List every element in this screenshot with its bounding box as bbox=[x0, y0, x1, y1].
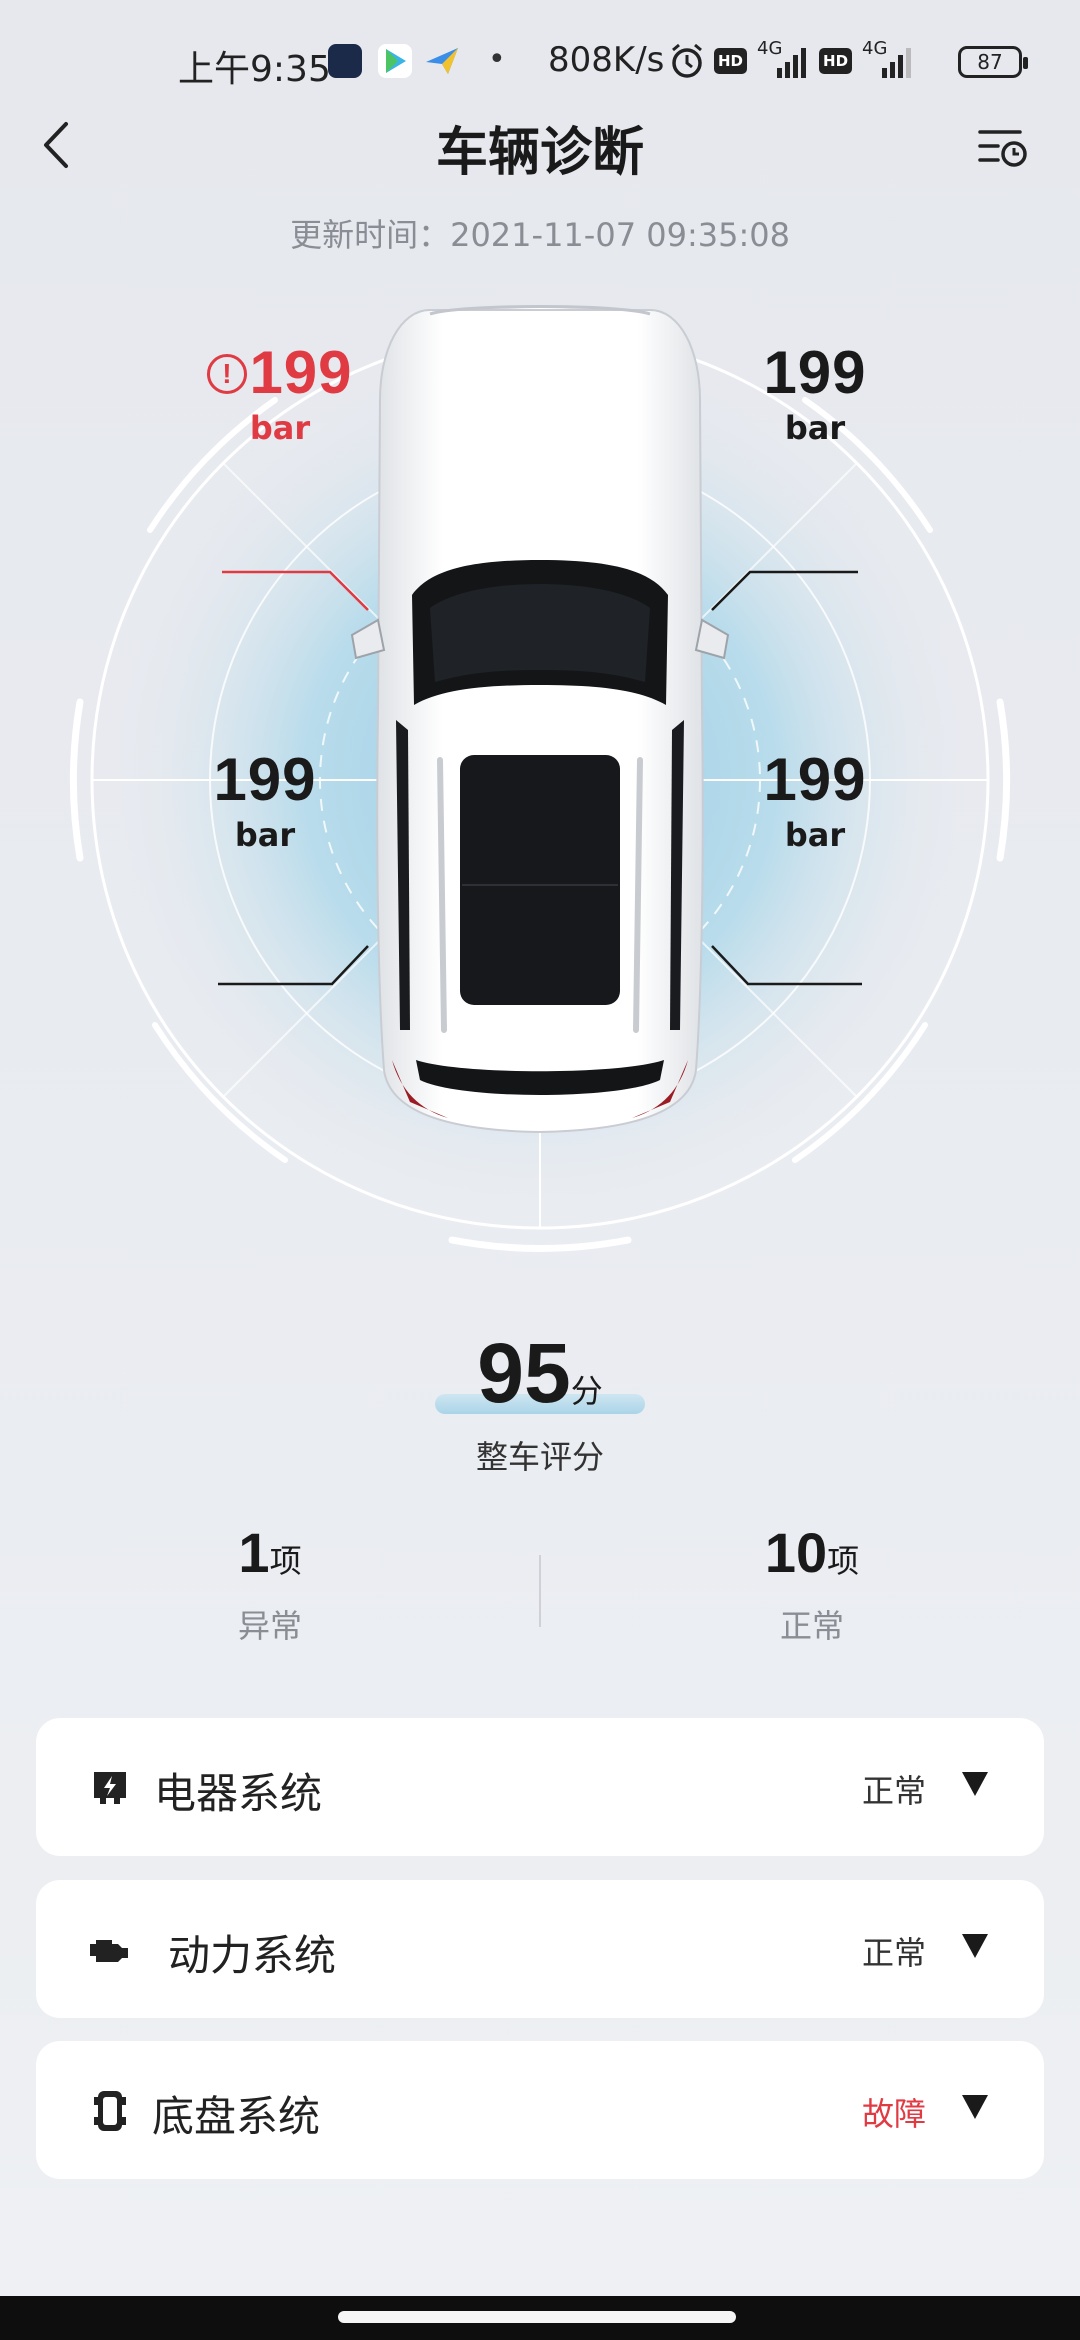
status-bar: 上午9:35 • 808K/s HD 4G HD 4G 87 bbox=[0, 0, 1080, 120]
tire-rear-right: 199 bar bbox=[763, 746, 867, 854]
hd-badge-2: HD bbox=[819, 48, 853, 74]
tire-front-right: 199 bar bbox=[763, 339, 867, 447]
car-top-view bbox=[350, 305, 730, 1134]
signal-icon-2: 4G bbox=[860, 38, 916, 80]
app-notification-icon bbox=[328, 44, 362, 78]
tire-rear-left: 199 bar bbox=[213, 746, 317, 854]
triangle-down-icon bbox=[962, 1772, 988, 1796]
system-card-chassis[interactable]: 底盘系统 故障 bbox=[36, 2041, 1044, 2179]
system-status: 故障 bbox=[861, 2095, 926, 2133]
tire-front-left: ! 199 bar bbox=[170, 338, 390, 447]
history-list-icon bbox=[978, 130, 1027, 167]
update-time: 更新时间：2021-11-07 09:35:08 bbox=[290, 216, 790, 254]
overall-score: 95分 整车评分 bbox=[0, 1325, 1080, 1478]
hd-badge: HD bbox=[714, 48, 748, 74]
normal-count[interactable]: 10项 正常 bbox=[662, 1520, 962, 1647]
home-indicator[interactable] bbox=[338, 2311, 736, 2323]
score-label: 整车评分 bbox=[475, 1438, 604, 1476]
battery-indicator: 87 bbox=[958, 46, 1028, 78]
tire-pressure-dial: ! 199 bar 199 bar 199 bar 199 bar bbox=[0, 290, 1080, 1270]
triangle-down-icon bbox=[962, 2095, 988, 2119]
engine-icon bbox=[90, 1940, 128, 1962]
warning-icon: ! bbox=[207, 354, 248, 394]
notification-dot: • bbox=[488, 42, 506, 77]
system-card-powertrain[interactable]: 动力系统 正常 bbox=[36, 1880, 1044, 2018]
system-name: 电器系统 bbox=[154, 1769, 323, 1818]
status-icons: HD 4G HD 4G bbox=[668, 38, 916, 80]
stats-divider bbox=[539, 1555, 541, 1627]
system-card-electrical[interactable]: 电器系统 正常 bbox=[36, 1718, 1044, 1856]
history-button[interactable] bbox=[972, 118, 1032, 174]
score-unit: 分 bbox=[570, 1372, 603, 1410]
system-status: 正常 bbox=[861, 1772, 926, 1810]
score-value: 95 bbox=[477, 1326, 571, 1420]
electrical-icon bbox=[94, 1772, 126, 1804]
abnormal-count[interactable]: 1项 异常 bbox=[120, 1520, 420, 1647]
status-time: 上午9:35 bbox=[178, 49, 331, 90]
system-name: 动力系统 bbox=[168, 1931, 337, 1980]
signal-icon: 4G bbox=[755, 38, 811, 80]
chassis-icon bbox=[94, 2091, 126, 2131]
page-title: 车辆诊断 bbox=[435, 123, 644, 183]
triangle-down-icon bbox=[962, 1934, 988, 1958]
system-status: 正常 bbox=[861, 1934, 926, 1972]
system-name: 底盘系统 bbox=[152, 2092, 321, 2141]
net-speed: 808K/s bbox=[548, 40, 665, 80]
alarm-icon bbox=[672, 43, 702, 78]
paper-plane-icon bbox=[424, 44, 458, 78]
play-store-icon bbox=[378, 44, 412, 78]
